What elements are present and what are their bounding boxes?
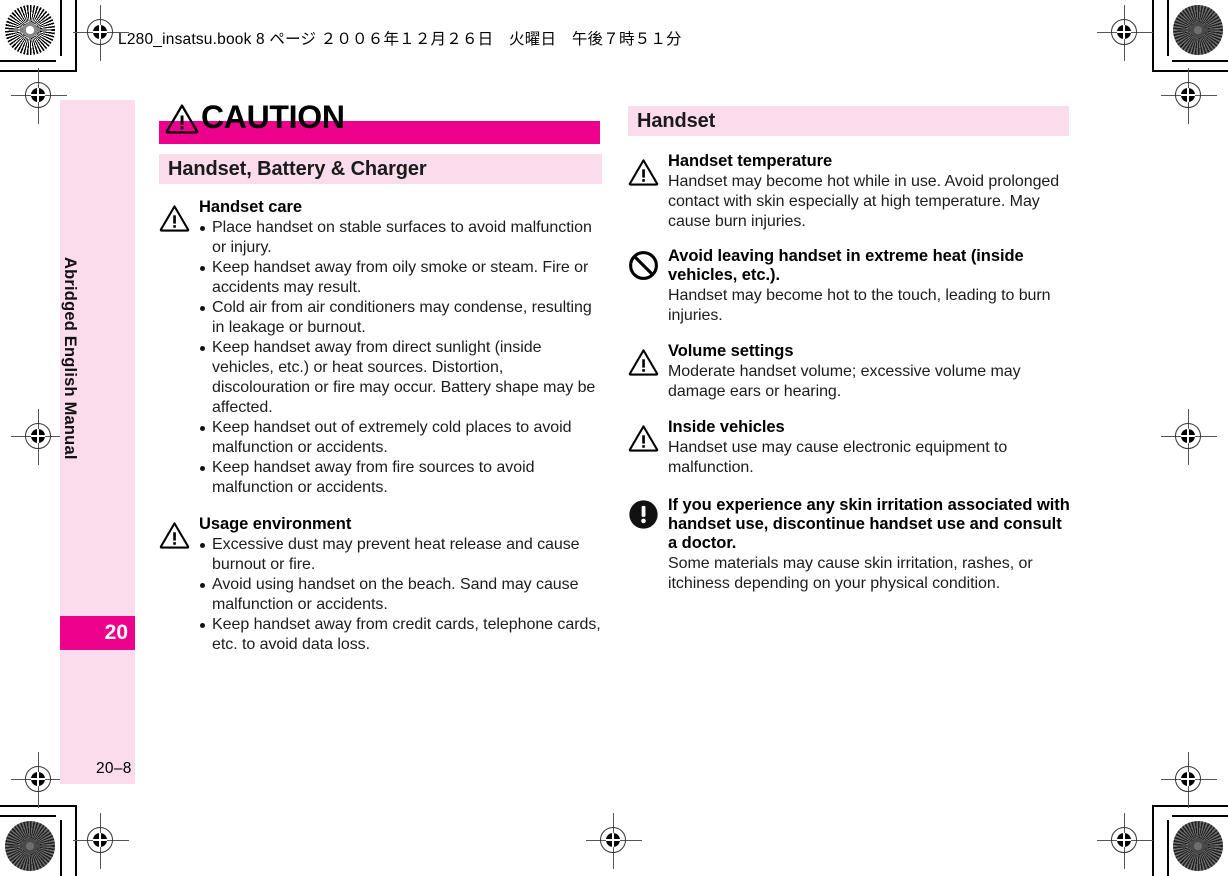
warning-triangle-icon (628, 152, 668, 186)
entry-title: Usage environment (199, 515, 352, 533)
entry-usage-environment: Usage environment Excessive dust may pre… (159, 515, 602, 655)
trim-line-br-h2 (1152, 805, 1228, 807)
warning-triangle-icon (165, 103, 199, 134)
left-column: CAUTION Handset, Battery & Charger Hands… (159, 100, 602, 655)
bullet-list: Excessive dust may prevent heat release … (199, 535, 602, 655)
entry-title: If you experience any skin irritation as… (668, 496, 1070, 552)
list-item: Excessive dust may prevent heat release … (199, 535, 602, 575)
trim-line-tr-v2 (1152, 0, 1154, 72)
trim-line-bl-v2 (75, 805, 77, 876)
entry-description: Handset may become hot while in use. Avo… (668, 173, 1060, 230)
entry-handset-care: Handset care Place handset on stable sur… (159, 198, 602, 498)
caution-banner: CAUTION (159, 100, 602, 144)
trim-line-bl-v (60, 820, 62, 876)
list-item: Avoid using handset on the beach. Sand m… (199, 575, 602, 615)
warning-triangle-icon (159, 515, 199, 549)
list-item: Keep handset away from oily smoke or ste… (199, 258, 602, 298)
section-header-handset: Handset (628, 106, 1069, 136)
registration-mark-bottom-center (586, 813, 642, 869)
registration-mark-mid-right-upper (1161, 68, 1217, 124)
warning-triangle-icon (628, 418, 668, 452)
mandatory-action-icon (628, 496, 668, 530)
entry-handset-temperature: Handset temperature Handset may become h… (628, 152, 1071, 232)
registration-mark-mid-left-upper (11, 68, 67, 124)
side-tab: Abridged English Manual 20 (60, 100, 135, 784)
trim-line-br-v (1167, 820, 1169, 876)
print-star-target-bottom-right (1173, 821, 1223, 871)
entry-volume-settings: Volume settings Moderate handset volume;… (628, 342, 1071, 402)
trim-line-br-v2 (1152, 805, 1154, 876)
trim-line-tl-h2 (0, 70, 76, 72)
entry-skin-irritation: If you experience any skin irritation as… (628, 496, 1071, 594)
entry-title: Avoid leaving handset in extreme heat (i… (668, 247, 1024, 284)
trim-line-tl-v (60, 0, 62, 56)
list-item: Keep handset out of extremely cold place… (199, 418, 602, 458)
trim-line-tl-h (0, 60, 56, 62)
bullet-list: Place handset on stable surfaces to avoi… (199, 218, 602, 498)
entry-avoid-extreme-heat: Avoid leaving handset in extreme heat (i… (628, 247, 1071, 326)
entry-title: Handset care (199, 198, 303, 216)
list-item: Place handset on stable surfaces to avoi… (199, 218, 602, 258)
entry-inside-vehicles: Inside vehicles Handset use may cause el… (628, 418, 1071, 478)
entry-description: Handset may become hot to the touch, lea… (668, 287, 1051, 324)
page-folio: 20–8 (96, 760, 132, 777)
entry-title: Inside vehicles (668, 418, 785, 436)
registration-mark-bottom-right (1097, 813, 1153, 869)
section-header-handset-battery-charger: Handset, Battery & Charger (159, 154, 602, 184)
trim-line-bl-h2 (0, 805, 76, 807)
registration-mark-mid-right (1161, 409, 1217, 465)
trim-line-bl-h (0, 815, 56, 817)
list-item: Keep handset away from fire sources to a… (199, 458, 602, 498)
side-tab-label: Abridged English Manual (61, 256, 79, 460)
trim-line-tl-v2 (75, 0, 77, 72)
list-item: Cold air from air conditioners may conde… (199, 298, 602, 338)
manual-page: L280_insatsu.book 8 ページ ２００６年１２月２６日 火曜日 … (0, 0, 1228, 876)
list-item: Keep handset away from direct sunlight (… (199, 338, 602, 418)
registration-mark-mid-left-lower (11, 752, 67, 808)
caution-label: CAUTION (201, 99, 345, 135)
entry-description: Some materials may cause skin irritation… (668, 555, 1033, 592)
print-star-target-bottom-left (5, 821, 55, 871)
registration-mark-mid-right-lower (1161, 752, 1217, 808)
warning-triangle-icon (159, 198, 199, 232)
entry-description: Moderate handset volume; excessive volum… (668, 363, 1021, 400)
entry-title: Handset temperature (668, 152, 833, 170)
book-header-line: L280_insatsu.book 8 ページ ２００６年１２月２６日 火曜日 … (118, 31, 682, 48)
trim-line-br-h (1172, 815, 1228, 817)
warning-triangle-icon (628, 342, 668, 376)
registration-mark-top-right (1097, 5, 1153, 61)
trim-line-tr-h2 (1152, 70, 1228, 72)
list-item: Keep handset away from credit cards, tel… (199, 615, 602, 655)
prohibition-icon (628, 247, 668, 281)
entry-description: Handset use may cause electronic equipme… (668, 439, 1008, 476)
print-star-target-top-right (1173, 5, 1223, 55)
right-column: Handset Handset temperature Handset may … (628, 106, 1071, 594)
registration-mark-mid-left (11, 409, 67, 465)
trim-line-tr-h (1172, 60, 1228, 62)
side-tab-chapter-number: 20 (60, 616, 135, 650)
registration-mark-bottom-left (73, 813, 129, 869)
entry-title: Volume settings (668, 342, 794, 360)
print-star-target-top-left (5, 5, 55, 55)
trim-line-tr-v (1167, 0, 1169, 56)
